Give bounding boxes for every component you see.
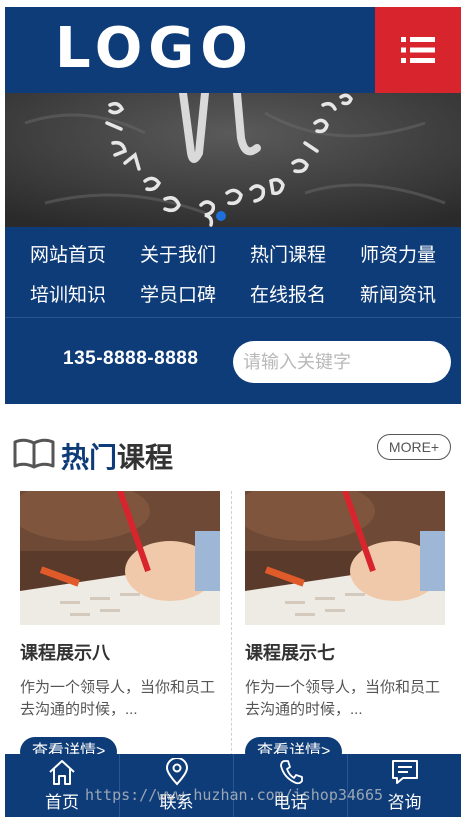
course-desc: 作为一个领导人，当你和员工去沟通的时候，... [20,679,216,718]
nav-item-about[interactable]: 关于我们 [123,233,233,273]
section-title-rest: 课程 [117,442,174,473]
main-nav: 网站首页 关于我们 热门课程 师资力量 培训知识 学员口碑 在线报名 新闻资讯 [5,227,461,317]
course-title[interactable]: 课程展示七 [245,639,445,665]
footer-home[interactable]: 首页 [5,754,119,817]
banner-image [5,93,461,227]
footer-phone[interactable]: 电话 [233,754,347,817]
list-menu-icon [401,37,435,63]
footer-contact[interactable]: 联系 [119,754,233,817]
nav-item-news[interactable]: 新闻资讯 [343,273,453,313]
nav-item-register[interactable]: 在线报名 [233,273,343,313]
course-thumbnail[interactable] [20,491,220,625]
card-divider [231,491,232,761]
footer-consult-label: 咨询 [387,793,422,812]
nav-item-knowledge[interactable]: 培训知识 [13,273,123,313]
mobile-page: LOGO 网站首页 关于我们 热门课程 师资力量 培训知识 学员口碑 在线报名 … [5,7,461,817]
slide-indicator-dot[interactable] [216,211,226,221]
chat-icon [391,760,418,784]
open-book-icon [13,438,55,469]
nav-item-home[interactable]: 网站首页 [13,233,123,273]
footer-home-label: 首页 [45,793,79,812]
nav-item-reviews[interactable]: 学员口碑 [123,273,233,313]
phone-number[interactable]: 135-8888-8888 [63,348,198,370]
bottom-nav: 首页 联系 电话 咨询 [5,754,461,817]
location-pin-icon [165,758,188,786]
course-title[interactable]: 课程展示八 [20,639,220,665]
course-desc: 作为一个领导人，当你和员工去沟通的时候，... [245,679,441,718]
section-header: 热门课程 MORE+ [5,432,461,476]
menu-button[interactable] [375,7,461,93]
course-card[interactable]: 课程展示七 作为一个领导人，当你和员工去沟通的时候，... 查看详情> [245,491,445,767]
course-card[interactable]: 课程展示八 作为一个领导人，当你和员工去沟通的时候，... 查看详情> [20,491,220,767]
section-title-highlight: 热门 [61,442,118,473]
search-input[interactable] [233,341,451,383]
contact-search-bar: 135-8888-8888 [5,317,461,404]
footer-contact-label: 联系 [159,793,194,812]
nav-item-courses[interactable]: 热门课程 [233,233,343,273]
banner-slider[interactable] [5,93,461,227]
home-icon [49,760,75,785]
header: LOGO [5,7,461,93]
section-title: 热门课程 [61,436,173,476]
more-button[interactable]: MORE+ [377,434,451,460]
nav-item-teachers[interactable]: 师资力量 [343,233,453,273]
course-thumbnail[interactable] [245,491,445,625]
footer-phone-label: 电话 [273,793,308,812]
footer-consult[interactable]: 咨询 [347,754,461,817]
site-logo[interactable]: LOGO [55,17,254,81]
phone-icon [279,760,303,785]
